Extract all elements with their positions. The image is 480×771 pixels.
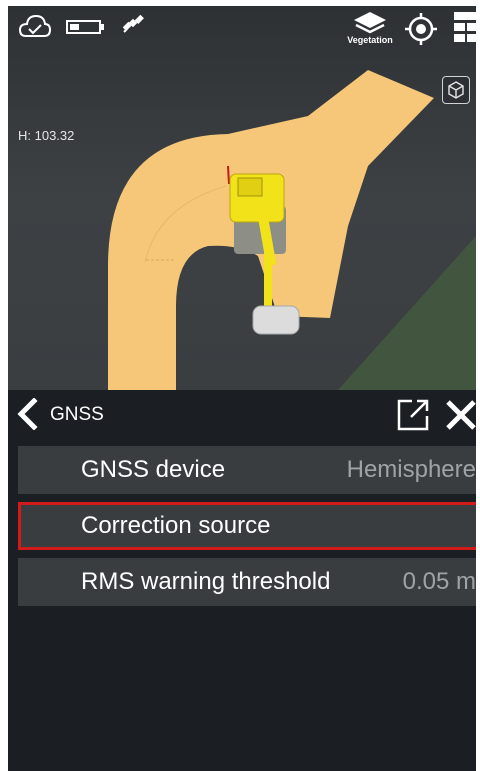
rms-threshold-row[interactable]: RMS warning threshold 0.05 m bbox=[18, 558, 476, 606]
layers-button[interactable]: Vegetation bbox=[346, 8, 394, 48]
rms-threshold-label: RMS warning threshold bbox=[81, 568, 331, 595]
back-button[interactable] bbox=[14, 398, 42, 430]
app-frame: Vegetation H: 103.32 GNSS GNSS device He… bbox=[8, 6, 476, 771]
close-icon bbox=[446, 400, 476, 430]
battery-icon bbox=[66, 18, 106, 36]
menu-icon bbox=[454, 12, 476, 42]
layers-icon bbox=[354, 12, 386, 34]
panel-title: GNSS bbox=[50, 404, 104, 425]
gnss-device-value: Hemisphere bbox=[346, 456, 476, 483]
map-canvas[interactable] bbox=[8, 6, 476, 390]
close-button[interactable] bbox=[444, 398, 476, 432]
settings-panel: GNSS GNSS device Hemisphere Correction s… bbox=[8, 390, 476, 771]
popout-button[interactable] bbox=[396, 398, 430, 432]
external-link-icon bbox=[397, 399, 429, 431]
satellite-icon bbox=[120, 10, 146, 36]
rms-threshold-value: 0.05 m bbox=[402, 568, 476, 595]
chevron-left-icon bbox=[17, 398, 38, 430]
view-3d-button[interactable] bbox=[442, 76, 470, 104]
correction-source-row[interactable]: Correction source bbox=[18, 502, 476, 550]
gnss-device-row[interactable]: GNSS device Hemisphere bbox=[18, 446, 476, 494]
map-view[interactable]: Vegetation H: 103.32 bbox=[8, 6, 476, 390]
cube-icon bbox=[448, 81, 464, 99]
panel-header: GNSS bbox=[8, 390, 476, 438]
gnss-device-label: GNSS device bbox=[81, 456, 226, 483]
layers-label: Vegetation bbox=[347, 35, 393, 45]
cloud-check-icon[interactable] bbox=[18, 12, 52, 42]
locate-button[interactable] bbox=[404, 12, 438, 46]
menu-button[interactable] bbox=[452, 10, 476, 44]
correction-source-label: Correction source bbox=[81, 512, 271, 539]
locate-icon bbox=[405, 13, 437, 45]
height-readout: H: 103.32 bbox=[18, 128, 75, 143]
